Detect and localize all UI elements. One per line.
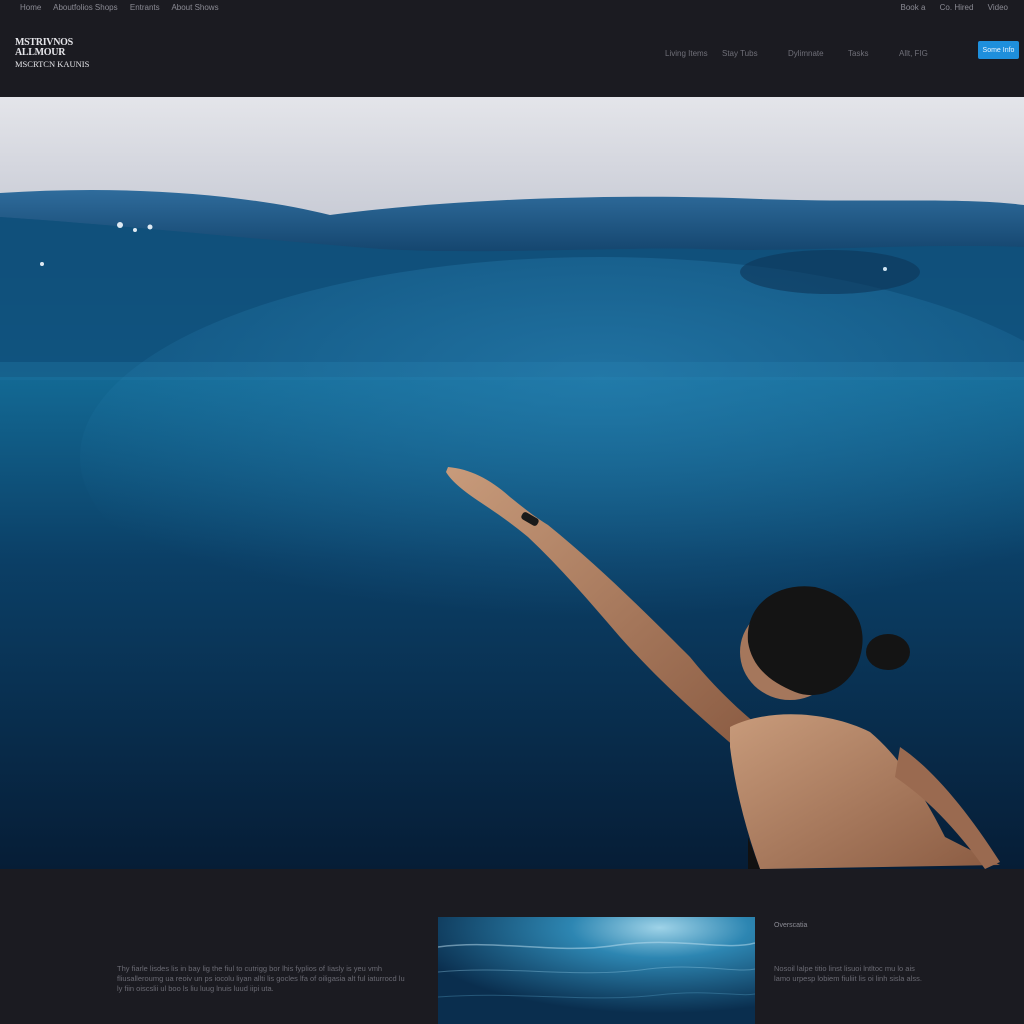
footer-description: Thy fiarle lisdes lis in bay lig the fiu… bbox=[117, 964, 405, 993]
main-nav: Living Items Stay Tubs Dylimnate Tasks A… bbox=[0, 49, 1024, 61]
footer-thumbnail[interactable] bbox=[438, 917, 755, 1024]
cta-button[interactable]: Some Info bbox=[978, 41, 1019, 59]
utility-link-home[interactable]: Home bbox=[20, 3, 41, 12]
footer-aside-text: Nosoil lalpe titio linst lisuoi lntltoc … bbox=[774, 964, 922, 983]
utility-link-video[interactable]: Video bbox=[988, 3, 1008, 12]
utility-link-portfolios[interactable]: Aboutfolios Shops bbox=[53, 3, 118, 12]
top-header: Home Aboutfolios Shops Entrants About Sh… bbox=[0, 0, 1024, 96]
footer-section: Thy fiarle lisdes lis in bay lig the fiu… bbox=[0, 869, 1024, 1024]
utility-link-entrants[interactable]: Entrants bbox=[130, 3, 160, 12]
nav-item-2[interactable]: Stay Tubs bbox=[722, 49, 758, 58]
nav-item-1[interactable]: Living Items bbox=[665, 49, 708, 58]
utility-link-book[interactable]: Book a bbox=[901, 3, 926, 12]
nav-item-4[interactable]: Tasks bbox=[848, 49, 868, 58]
footer-heading: Overscatia bbox=[774, 922, 808, 929]
utility-links-right: Book a Co. Hired Video bbox=[889, 3, 1009, 12]
utility-link-about-shows[interactable]: About Shows bbox=[171, 3, 218, 12]
nav-item-3[interactable]: Dylimnate bbox=[788, 49, 824, 58]
underwater-swimmer-image bbox=[0, 97, 1024, 869]
nav-item-5[interactable]: Allt, FIG bbox=[899, 49, 928, 58]
utility-link-hired[interactable]: Co. Hired bbox=[940, 3, 974, 12]
utility-links-left: Home Aboutfolios Shops Entrants About Sh… bbox=[20, 3, 229, 12]
ocean-surface-image bbox=[438, 917, 755, 1024]
hero-image bbox=[0, 97, 1024, 869]
